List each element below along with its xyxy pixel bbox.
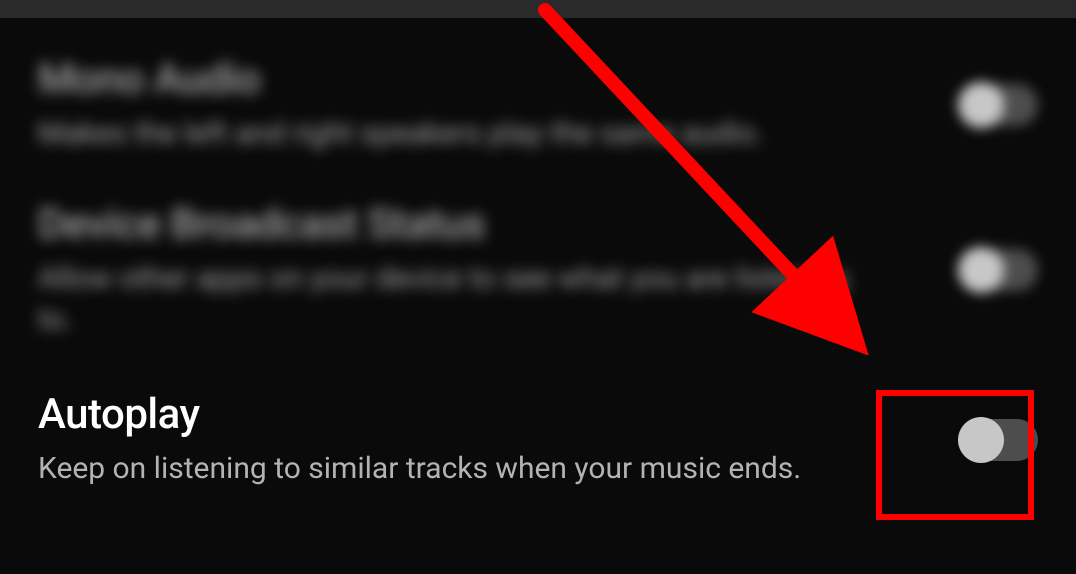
setting-text: Mono Audio Makes the left and right spea… xyxy=(38,55,764,155)
toggle-knob xyxy=(958,247,1004,293)
device-broadcast-toggle[interactable] xyxy=(960,249,1038,291)
setting-row-device-broadcast: Device Broadcast Status Allow other apps… xyxy=(38,200,1038,340)
status-bar xyxy=(0,0,1076,18)
setting-row-mono-audio: Mono Audio Makes the left and right spea… xyxy=(38,55,1038,155)
toggle-knob xyxy=(958,82,1004,128)
setting-description: Keep on listening to similar tracks when… xyxy=(38,449,801,490)
autoplay-toggle[interactable] xyxy=(960,419,1038,461)
setting-row-autoplay: Autoplay Keep on listening to similar tr… xyxy=(38,390,1038,490)
setting-text: Device Broadcast Status Allow other apps… xyxy=(38,200,858,340)
setting-title: Device Broadcast Status xyxy=(38,200,858,249)
setting-description: Makes the left and right speakers play t… xyxy=(38,114,764,155)
setting-description: Allow other apps on your device to see w… xyxy=(38,259,858,340)
settings-screen: Mono Audio Makes the left and right spea… xyxy=(0,0,1076,574)
setting-title: Autoplay xyxy=(38,390,801,439)
mono-audio-toggle[interactable] xyxy=(960,84,1038,126)
setting-title: Mono Audio xyxy=(38,55,764,104)
setting-text: Autoplay Keep on listening to similar tr… xyxy=(38,390,801,490)
toggle-knob xyxy=(958,417,1004,463)
